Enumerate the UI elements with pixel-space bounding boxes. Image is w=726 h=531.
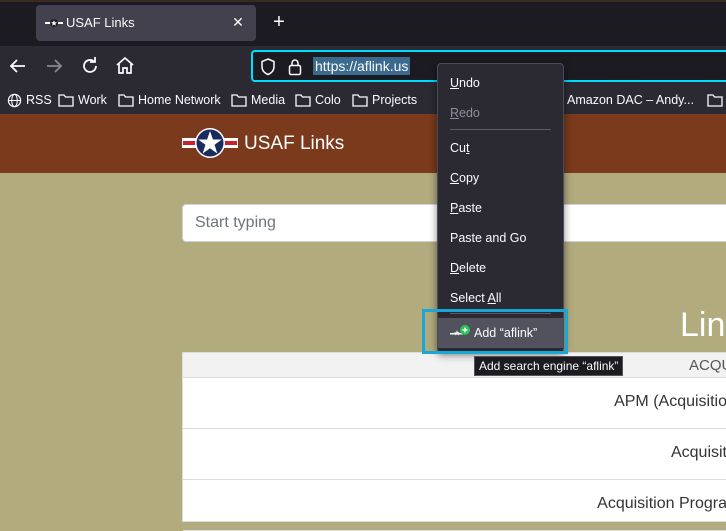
bookmark-label: Amazon DAC – Andy... — [567, 93, 694, 107]
site-title[interactable]: USAF Links — [244, 133, 344, 155]
menu-label-post: elete — [459, 261, 487, 275]
menu-item-paste[interactable]: Paste — [450, 201, 482, 215]
menu-label-post: edo — [459, 106, 480, 120]
reload-icon[interactable] — [78, 54, 102, 78]
bookmark-amazon-dac[interactable]: Amazon DAC – Andy... — [567, 92, 694, 108]
link-text[interactable]: APM (Acquisitio — [614, 393, 726, 411]
menu-item-undo[interactable]: Undo — [450, 76, 480, 90]
column-header: ACQU — [689, 357, 726, 374]
shield-icon[interactable] — [260, 58, 276, 76]
url-text[interactable]: https://aflink.us — [313, 57, 411, 75]
menu-access-key: C — [450, 171, 460, 185]
tab-title: USAF Links — [66, 15, 135, 30]
bookmark-folder-colo[interactable]: Colo — [295, 92, 341, 108]
table-row[interactable]: Acquisition Progra — [183, 481, 726, 531]
bookmark-folder-work[interactable]: Work — [58, 92, 107, 108]
home-icon[interactable] — [113, 54, 137, 78]
bookmarks-toolbar: RSS Work Home Network Media Colo Project… — [0, 86, 726, 114]
bookmark-folder-home-network[interactable]: Home Network — [118, 92, 221, 108]
bookmark-label: Media — [251, 93, 286, 107]
bookmark-label: Colo — [315, 93, 341, 107]
bookmark-folder-media[interactable]: Media — [231, 92, 285, 108]
globe-icon — [7, 93, 22, 107]
menu-item-select-all[interactable]: Select All — [450, 291, 501, 305]
menu-access-key: D — [450, 261, 460, 275]
menu-item-copy[interactable]: Copy — [450, 171, 479, 185]
lock-icon[interactable] — [288, 58, 302, 76]
new-tab-button[interactable]: + — [268, 11, 290, 33]
link-text[interactable]: Acquisit — [671, 444, 726, 462]
usaf-roundel-icon[interactable] — [182, 128, 238, 158]
menu-access-key: A — [487, 291, 496, 305]
folder-icon — [58, 94, 74, 107]
navigation-bar: https://aflink.us — [0, 46, 726, 86]
browser-tab[interactable]: USAF Links ✕ — [36, 5, 256, 41]
bookmark-label: RSS — [26, 93, 52, 107]
table-row[interactable]: APM (Acquisitio — [183, 379, 726, 429]
table-row[interactable]: Acquisit — [183, 430, 726, 480]
menu-item-cut[interactable]: Cut — [450, 141, 469, 155]
menu-separator — [450, 129, 551, 130]
menu-access-key: t — [465, 141, 470, 155]
usaf-roundel-icon — [45, 19, 63, 27]
menu-access-key: U — [450, 76, 460, 90]
tab-close-button[interactable]: ✕ — [228, 12, 248, 32]
bookmark-folder-overflow[interactable] — [707, 92, 723, 108]
bookmark-folder-projects[interactable]: Projects — [352, 92, 417, 108]
link-text[interactable]: Acquisition Progra — [597, 495, 726, 513]
menu-access-key: R — [450, 106, 460, 120]
bookmark-label: Work — [78, 93, 107, 107]
highlight-box — [422, 309, 568, 354]
menu-label-post: ll — [495, 291, 502, 305]
menu-item-paste-and-go[interactable]: Paste and Go — [450, 231, 526, 245]
menu-label-pre: Select — [450, 291, 488, 305]
bookmark-label: Projects — [372, 93, 418, 107]
bookmark-label: Home Network — [138, 93, 221, 107]
menu-item-delete[interactable]: Delete — [450, 261, 486, 275]
forward-icon[interactable] — [42, 54, 66, 78]
menu-label-post: opy — [459, 171, 480, 185]
folder-icon — [707, 94, 723, 107]
tab-strip: USAF Links ✕ + — [0, 0, 726, 46]
links-table: ACQU APM (Acquisitio Acquisit Acquisitio… — [182, 352, 726, 531]
table-header: ACQU — [183, 353, 726, 378]
back-icon[interactable] — [6, 54, 30, 78]
site-header: USAF Links — [0, 114, 726, 173]
menu-item-redo[interactable]: Redo — [450, 106, 480, 120]
folder-icon — [231, 94, 247, 107]
menu-label-pre: Cu — [450, 141, 466, 155]
folder-icon — [118, 94, 134, 107]
menu-label-post: ndo — [459, 76, 480, 90]
menu-label-post: aste — [458, 201, 482, 215]
page-heading: Link — [680, 306, 726, 344]
folder-icon — [352, 94, 368, 107]
bookmark-rss[interactable]: RSS — [7, 92, 52, 108]
tooltip: Add search engine “aflink” — [474, 356, 624, 376]
folder-icon — [295, 94, 311, 107]
